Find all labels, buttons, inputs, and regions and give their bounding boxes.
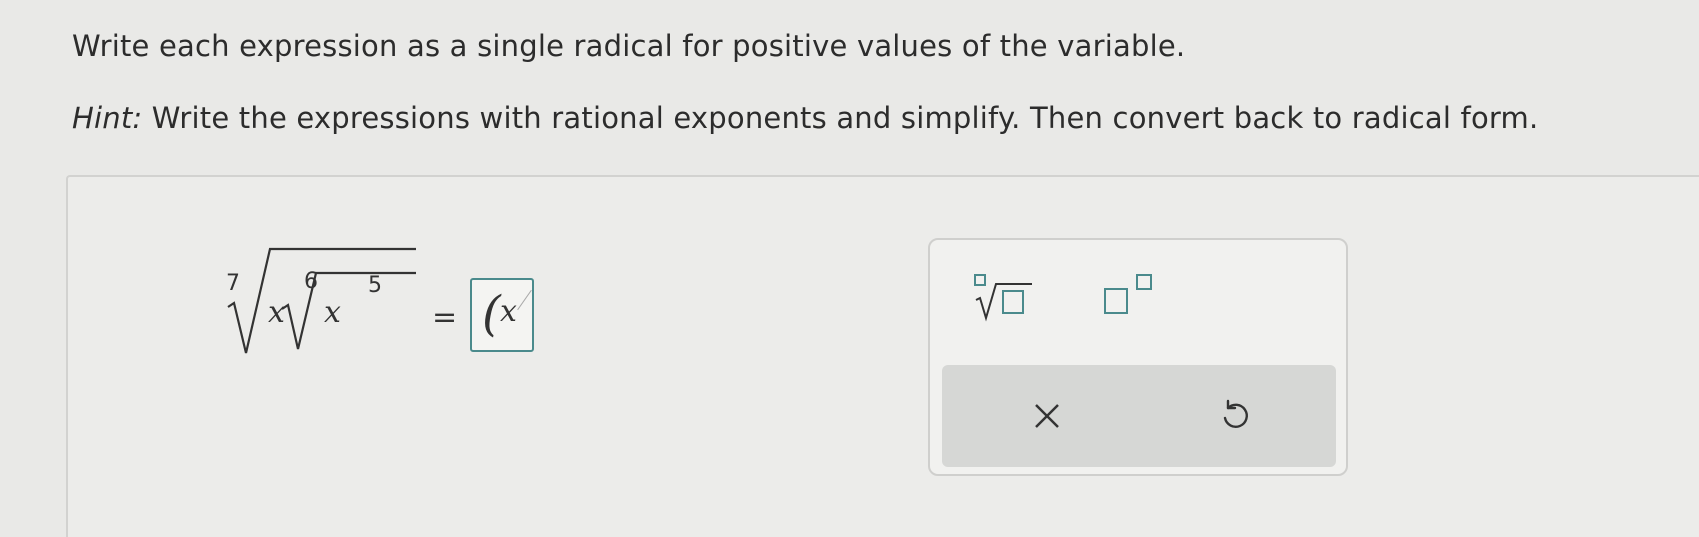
inner-exponent: 5 — [368, 273, 382, 298]
clear-button[interactable] — [1022, 391, 1072, 441]
x-icon — [1035, 404, 1059, 428]
action-bar — [942, 365, 1336, 467]
outer-coefficient: x — [268, 295, 285, 330]
inner-radical-index: 6 — [304, 269, 318, 294]
hint-text: Hint: Write the expressions with rationa… — [72, 100, 1538, 136]
undo-button[interactable] — [1210, 391, 1260, 441]
answer-input[interactable]: ( x — [470, 278, 534, 352]
nth-root-button[interactable] — [970, 270, 1040, 326]
inner-radical-sign — [281, 271, 416, 350]
answer-cursor — [517, 289, 532, 311]
instructions-text: Write each expression as a single radica… — [72, 29, 1186, 63]
answer-open-paren: ( — [482, 286, 501, 342]
outer-radical-sign — [227, 247, 416, 354]
math-toolbox — [928, 238, 1348, 476]
equals-sign: = — [432, 300, 458, 335]
answer-variable: x — [500, 294, 517, 329]
inner-base: x — [324, 295, 341, 330]
outer-radical-index: 7 — [226, 271, 240, 296]
hint-body: Write the expressions with rational expo… — [142, 101, 1539, 135]
hint-label: Hint: — [72, 101, 143, 135]
undo-icon — [1223, 399, 1248, 428]
exponent-button[interactable] — [1100, 270, 1170, 326]
